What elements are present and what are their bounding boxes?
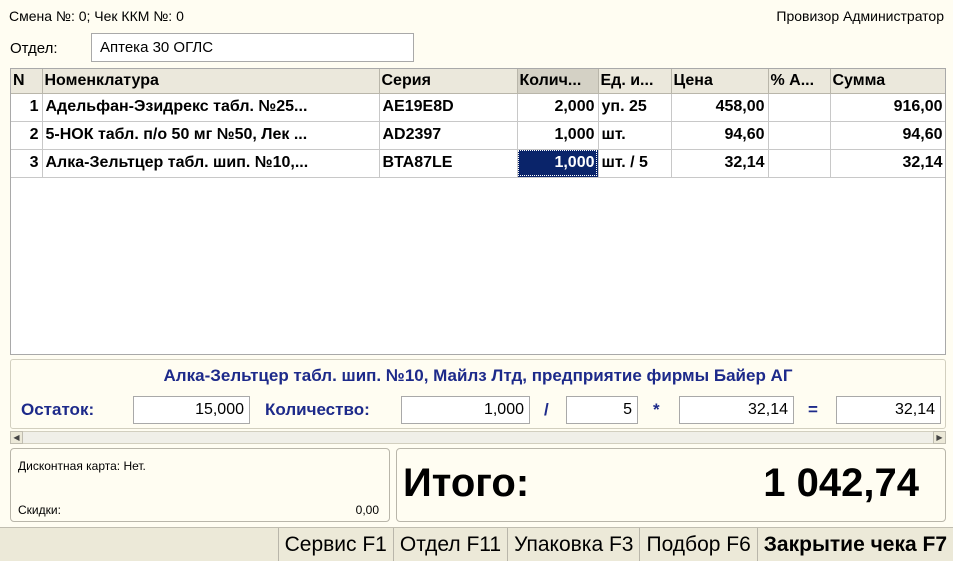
column-header-series[interactable]: Серия bbox=[379, 69, 518, 94]
items-table: N Номенклатура Серия Колич... Ед. и... Ц… bbox=[11, 69, 945, 178]
package-button[interactable]: Упаковка F3 bbox=[507, 528, 639, 561]
selection-button[interactable]: Подбор F6 bbox=[639, 528, 756, 561]
shift-info: Смена №: 0; Чек ККМ №: 0 bbox=[9, 8, 184, 24]
items-grid[interactable]: N Номенклатура Серия Колич... Ед. и... Ц… bbox=[10, 68, 946, 355]
column-header-unit[interactable]: Ед. и... bbox=[598, 69, 672, 94]
discount-panel: Дисконтная карта: Нет. Скидки: 0,00 bbox=[10, 448, 390, 522]
department-label: Отдел: bbox=[10, 40, 58, 57]
row-price[interactable]: 32,14 bbox=[671, 149, 769, 178]
total-label: Итого: bbox=[403, 461, 530, 505]
row-price[interactable]: 458,00 bbox=[671, 93, 769, 122]
total-panel: Итого: 1 042,74 bbox=[396, 448, 946, 522]
divide-sign: / bbox=[544, 400, 549, 419]
service-button[interactable]: Сервис F1 bbox=[277, 528, 393, 561]
row-unit[interactable]: шт. bbox=[598, 121, 672, 150]
price-field[interactable]: 32,14 bbox=[679, 396, 794, 424]
row-percent[interactable] bbox=[768, 149, 831, 178]
row-sum[interactable]: 916,00 bbox=[830, 93, 945, 122]
department-button[interactable]: Отдел F11 bbox=[392, 528, 507, 561]
stock-label: Остаток: bbox=[21, 400, 95, 419]
table-row[interactable]: 3 Алка-Зельтцер табл. шип. №10,... BTA87… bbox=[11, 149, 945, 178]
column-header-quantity[interactable]: Колич... bbox=[517, 69, 599, 94]
column-header-price[interactable]: Цена bbox=[671, 69, 769, 94]
row-nomenclature[interactable]: Алка-Зельтцер табл. шип. №10,... bbox=[42, 149, 380, 178]
row-percent[interactable] bbox=[768, 121, 831, 150]
row-nomenclature[interactable]: 5-НОК табл. п/о 50 мг №50, Лек ... bbox=[42, 121, 380, 150]
row-quantity-selected[interactable]: 1,000 bbox=[517, 149, 599, 178]
multiply-sign: * bbox=[653, 400, 660, 419]
row-number: 2 bbox=[11, 121, 43, 150]
quantity-field[interactable]: 1,000 bbox=[401, 396, 530, 424]
stock-field: 15,000 bbox=[133, 396, 250, 424]
table-row[interactable]: 1 Адельфан-Эзидрекс табл. №25... AE19E8D… bbox=[11, 93, 945, 122]
total-value: 1 042,74 bbox=[763, 461, 919, 505]
row-number: 3 bbox=[11, 149, 43, 178]
sum-field: 32,14 bbox=[836, 396, 941, 424]
row-unit[interactable]: шт. / 5 bbox=[598, 149, 672, 178]
column-header-n[interactable]: N bbox=[11, 69, 43, 94]
row-quantity[interactable]: 2,000 bbox=[517, 93, 599, 122]
row-percent[interactable] bbox=[768, 93, 831, 122]
grid-header: N Номенклатура Серия Колич... Ед. и... Ц… bbox=[11, 69, 945, 94]
discount-value: 0,00 bbox=[355, 503, 379, 517]
user-name: Провизор Администратор bbox=[776, 8, 944, 24]
row-series[interactable]: BTA87LE bbox=[379, 149, 518, 178]
row-series[interactable]: AE19E8D bbox=[379, 93, 518, 122]
scroll-right-icon[interactable]: ▶ bbox=[933, 431, 946, 444]
row-sum[interactable]: 32,14 bbox=[830, 149, 945, 178]
product-name: Алка-Зельтцер табл. шип. №10, Майлз Лтд,… bbox=[163, 366, 793, 385]
scroll-left-icon[interactable]: ◀ bbox=[10, 431, 23, 444]
department-field[interactable]: Аптека 30 ОГЛС bbox=[91, 33, 414, 62]
close-check-button[interactable]: Закрытие чека F7 bbox=[756, 528, 953, 561]
equals-sign: = bbox=[808, 400, 818, 419]
horizontal-scrollbar[interactable]: ◀ ▶ bbox=[10, 431, 946, 444]
row-unit[interactable]: уп. 25 bbox=[598, 93, 672, 122]
function-key-bar: Сервис F1 Отдел F11 Упаковка F3 Подбор F… bbox=[0, 527, 953, 561]
quantity-label: Количество: bbox=[265, 400, 370, 419]
column-header-sum[interactable]: Сумма bbox=[830, 69, 945, 94]
row-sum[interactable]: 94,60 bbox=[830, 121, 945, 150]
column-header-nomenclature[interactable]: Номенклатура bbox=[42, 69, 380, 94]
discount-card: Дисконтная карта: Нет. bbox=[18, 459, 146, 473]
row-nomenclature[interactable]: Адельфан-Эзидрекс табл. №25... bbox=[42, 93, 380, 122]
row-number: 1 bbox=[11, 93, 43, 122]
column-header-percent[interactable]: % А... bbox=[768, 69, 831, 94]
table-row[interactable]: 2 5-НОК табл. п/о 50 мг №50, Лек ... AD2… bbox=[11, 121, 945, 150]
pack-field[interactable]: 5 bbox=[566, 396, 638, 424]
row-price[interactable]: 94,60 bbox=[671, 121, 769, 150]
product-info-panel: Алка-Зельтцер табл. шип. №10, Майлз Лтд,… bbox=[10, 359, 946, 429]
row-quantity[interactable]: 1,000 bbox=[517, 121, 599, 150]
discount-label: Скидки: bbox=[18, 503, 61, 517]
row-series[interactable]: AD2397 bbox=[379, 121, 518, 150]
